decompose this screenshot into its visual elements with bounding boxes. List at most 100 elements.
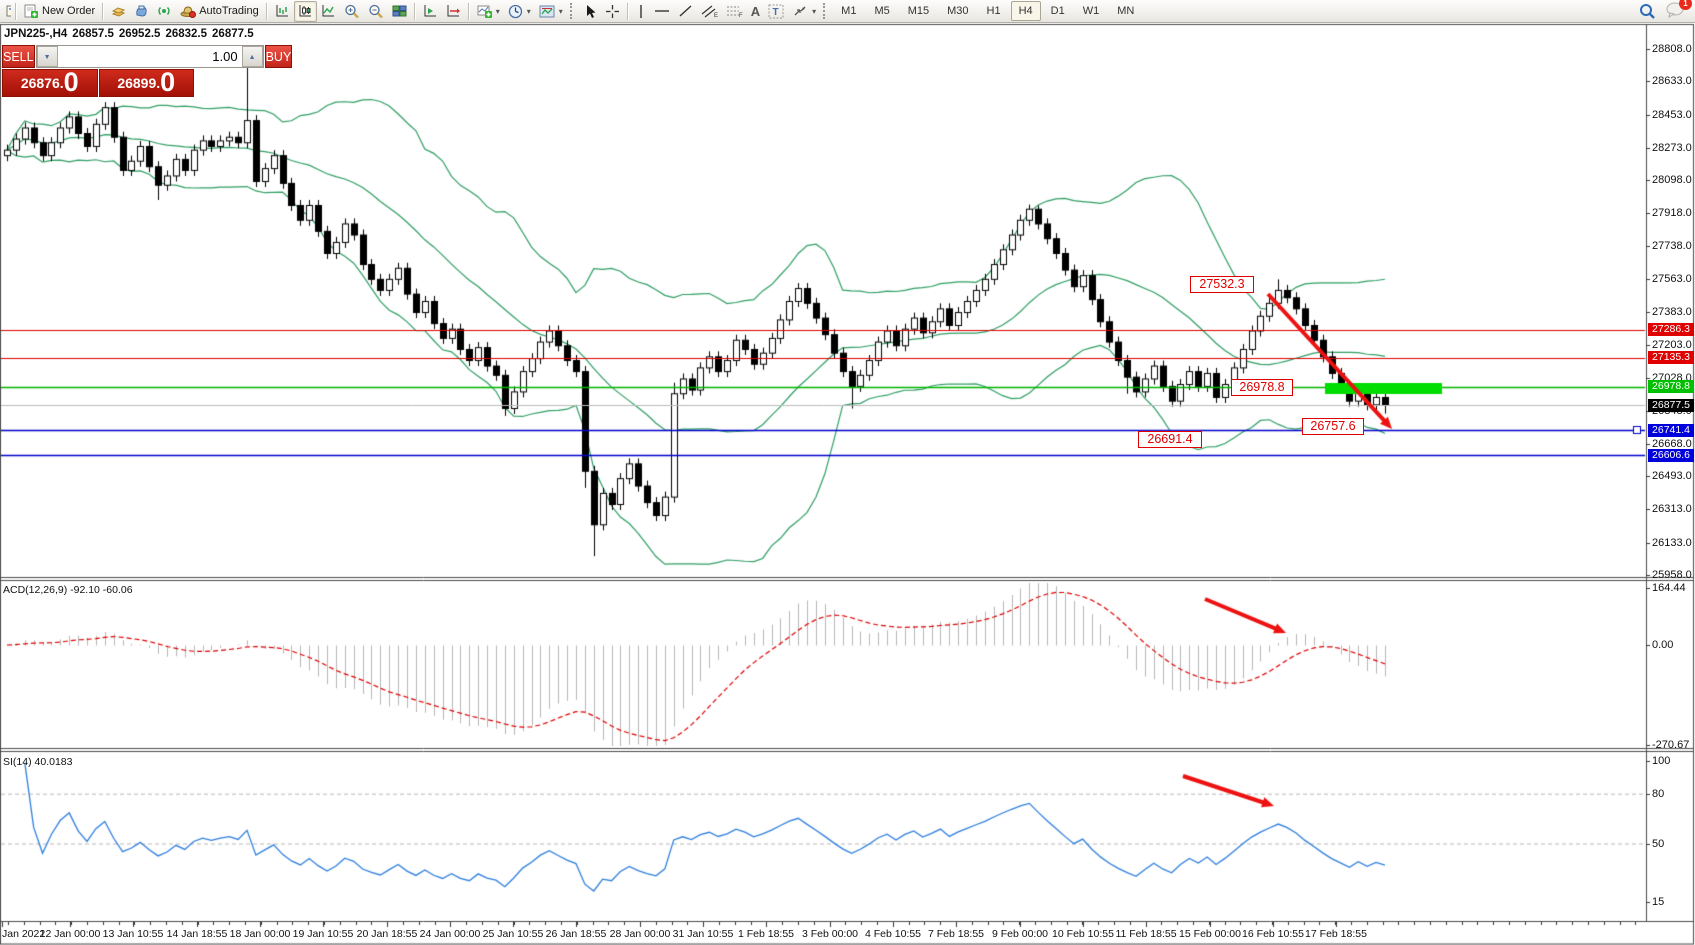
buy-price-main: 26899: [117, 70, 156, 96]
price-annotation-box[interactable]: 27532.3: [1190, 276, 1254, 293]
metaeditor-icon: [111, 5, 126, 18]
macd-axis-tick: 0.00: [1652, 639, 1673, 651]
time-axis-label: 26 Jan 18:55: [546, 928, 607, 940]
clipped-toolbar-icon[interactable]: [2, 1, 12, 22]
timeframe-button-h4[interactable]: H4: [1011, 1, 1041, 21]
strategy-tester-button[interactable]: [130, 1, 153, 22]
price-annotation-box[interactable]: 26757.6: [1302, 418, 1364, 435]
trendline-tool-button[interactable]: [674, 1, 697, 22]
strategy-tester-icon: [134, 4, 149, 18]
time-axis-label: 4 Feb 10:55: [865, 928, 921, 940]
toolbar-separator: [266, 3, 268, 20]
timeframe-button-m30[interactable]: M30: [939, 1, 976, 21]
metaeditor-button[interactable]: [107, 1, 130, 22]
tile-windows-button[interactable]: [388, 1, 411, 22]
candlestick-mode-button[interactable]: [294, 1, 317, 22]
auto-scroll-icon: [423, 4, 438, 18]
search-icon[interactable]: [1639, 3, 1656, 20]
price-tick-label: 28098.0: [1652, 174, 1692, 186]
crosshair-tool-button[interactable]: [601, 1, 624, 22]
new-order-label: New Order: [42, 5, 95, 17]
price-annotation-box[interactable]: 26978.8: [1231, 379, 1293, 396]
vertical-line-tool-button[interactable]: [632, 1, 650, 22]
text-label-tool-button[interactable]: T: [764, 1, 788, 22]
auto-scroll-button[interactable]: [419, 1, 442, 22]
volume-input[interactable]: [58, 46, 242, 67]
time-axis-label: 15 Feb 00:00: [1179, 928, 1241, 940]
line-chart-icon: [321, 4, 336, 18]
price-tick-label: 28633.0: [1652, 75, 1692, 87]
crosshair-icon: [605, 4, 620, 19]
toolbar-separator: [468, 3, 470, 20]
ohlc-open: 26857.5: [72, 28, 114, 40]
timeframe-button-w1[interactable]: W1: [1075, 1, 1108, 21]
price-tick-label: 27383.0: [1652, 306, 1692, 318]
equidistant-channel-icon: E: [701, 4, 718, 18]
text-tool-button[interactable]: A: [747, 1, 764, 22]
price-level-badge: 27135.3: [1648, 351, 1694, 364]
price-level-badge: 27286.3: [1648, 323, 1694, 336]
toolbar-drag-handle[interactable]: [823, 3, 830, 19]
rsi-axis-tick: 50: [1652, 838, 1664, 850]
toolbar-separator: [414, 3, 416, 20]
chevron-down-icon: ▾: [527, 7, 531, 16]
autotrading-button[interactable]: AutoTrading: [176, 1, 263, 22]
svg-text:F: F: [739, 13, 743, 18]
timeframe-button-h1[interactable]: H1: [979, 1, 1009, 21]
autotrading-icon: [180, 4, 196, 18]
toolbar-drag-handle[interactable]: [570, 3, 577, 19]
volume-increase-button[interactable]: ▲: [242, 46, 263, 67]
rsi-indicator-label: SI(14) 40.0183: [3, 756, 72, 768]
price-tick-label: 27203.0: [1652, 339, 1692, 351]
zoom-in-button[interactable]: [340, 1, 364, 22]
svg-text:T: T: [773, 7, 779, 18]
timeframe-button-m1[interactable]: M1: [833, 1, 864, 21]
timeframe-button-m15[interactable]: M15: [900, 1, 937, 21]
notifications-button[interactable]: 1: [1666, 2, 1685, 21]
vertical-line-icon: [636, 4, 646, 19]
fibonacci-tool-button[interactable]: F: [722, 1, 747, 22]
price-tick-label: 28453.0: [1652, 109, 1692, 121]
timeframe-toolbar: M1M5M15M30H1H4D1W1MN: [833, 1, 1142, 21]
timeframe-button-mn[interactable]: MN: [1109, 1, 1142, 21]
buy-button[interactable]: BUY: [265, 45, 293, 68]
text-label-icon: T: [768, 4, 784, 19]
volume-decrease-button[interactable]: ▼: [37, 46, 58, 67]
periods-button[interactable]: ▾: [504, 1, 535, 22]
chart-plot-area[interactable]: [0, 0, 1695, 945]
clock-icon: [508, 4, 523, 19]
application-window: New Order AutoTrading: [0, 0, 1695, 945]
cursor-tool-button[interactable]: [580, 1, 601, 22]
zoom-out-button[interactable]: [364, 1, 388, 22]
notification-badge: 1: [1679, 0, 1692, 10]
new-order-button[interactable]: New Order: [20, 1, 99, 22]
autotrading-label: AutoTrading: [199, 5, 259, 17]
timeframe-button-d1[interactable]: D1: [1043, 1, 1073, 21]
macd-indicator-label: ACD(12,26,9) -92.10 -60.06: [3, 584, 133, 596]
rsi-axis-tick: 15: [1652, 896, 1664, 908]
chart-shift-button[interactable]: [442, 1, 465, 22]
bar-chart-icon: [275, 4, 290, 18]
shapes-tool-button[interactable]: ▾: [788, 1, 820, 22]
price-tick-label: 27738.0: [1652, 240, 1692, 252]
rsi-axis-tick: 80: [1652, 788, 1664, 800]
symbol-period-label: JPN225-,H4: [4, 28, 67, 40]
indicators-button[interactable]: ▾: [473, 1, 504, 22]
timeframe-button-m5[interactable]: M5: [866, 1, 897, 21]
fibonacci-icon: F: [726, 4, 743, 18]
toolbar-separator: [15, 3, 17, 20]
price-annotation-box[interactable]: 26691.4: [1138, 431, 1202, 448]
bar-chart-mode-button[interactable]: [271, 1, 294, 22]
equidistant-channel-tool-button[interactable]: E: [697, 1, 722, 22]
line-chart-mode-button[interactable]: [317, 1, 340, 22]
sell-button[interactable]: SELL: [2, 45, 35, 68]
sell-price-display[interactable]: 26876.0: [2, 69, 98, 97]
buy-price-display[interactable]: 26899.0: [99, 69, 195, 97]
horizontal-line-tool-button[interactable]: [650, 1, 674, 22]
ohlc-high: 26952.5: [119, 28, 161, 40]
toolbar-separator: [102, 3, 104, 20]
templates-button[interactable]: ▾: [535, 1, 567, 22]
cursor-icon: [584, 4, 597, 19]
rsi-axis-tick: 100: [1652, 755, 1670, 767]
signals-button[interactable]: [153, 1, 176, 22]
